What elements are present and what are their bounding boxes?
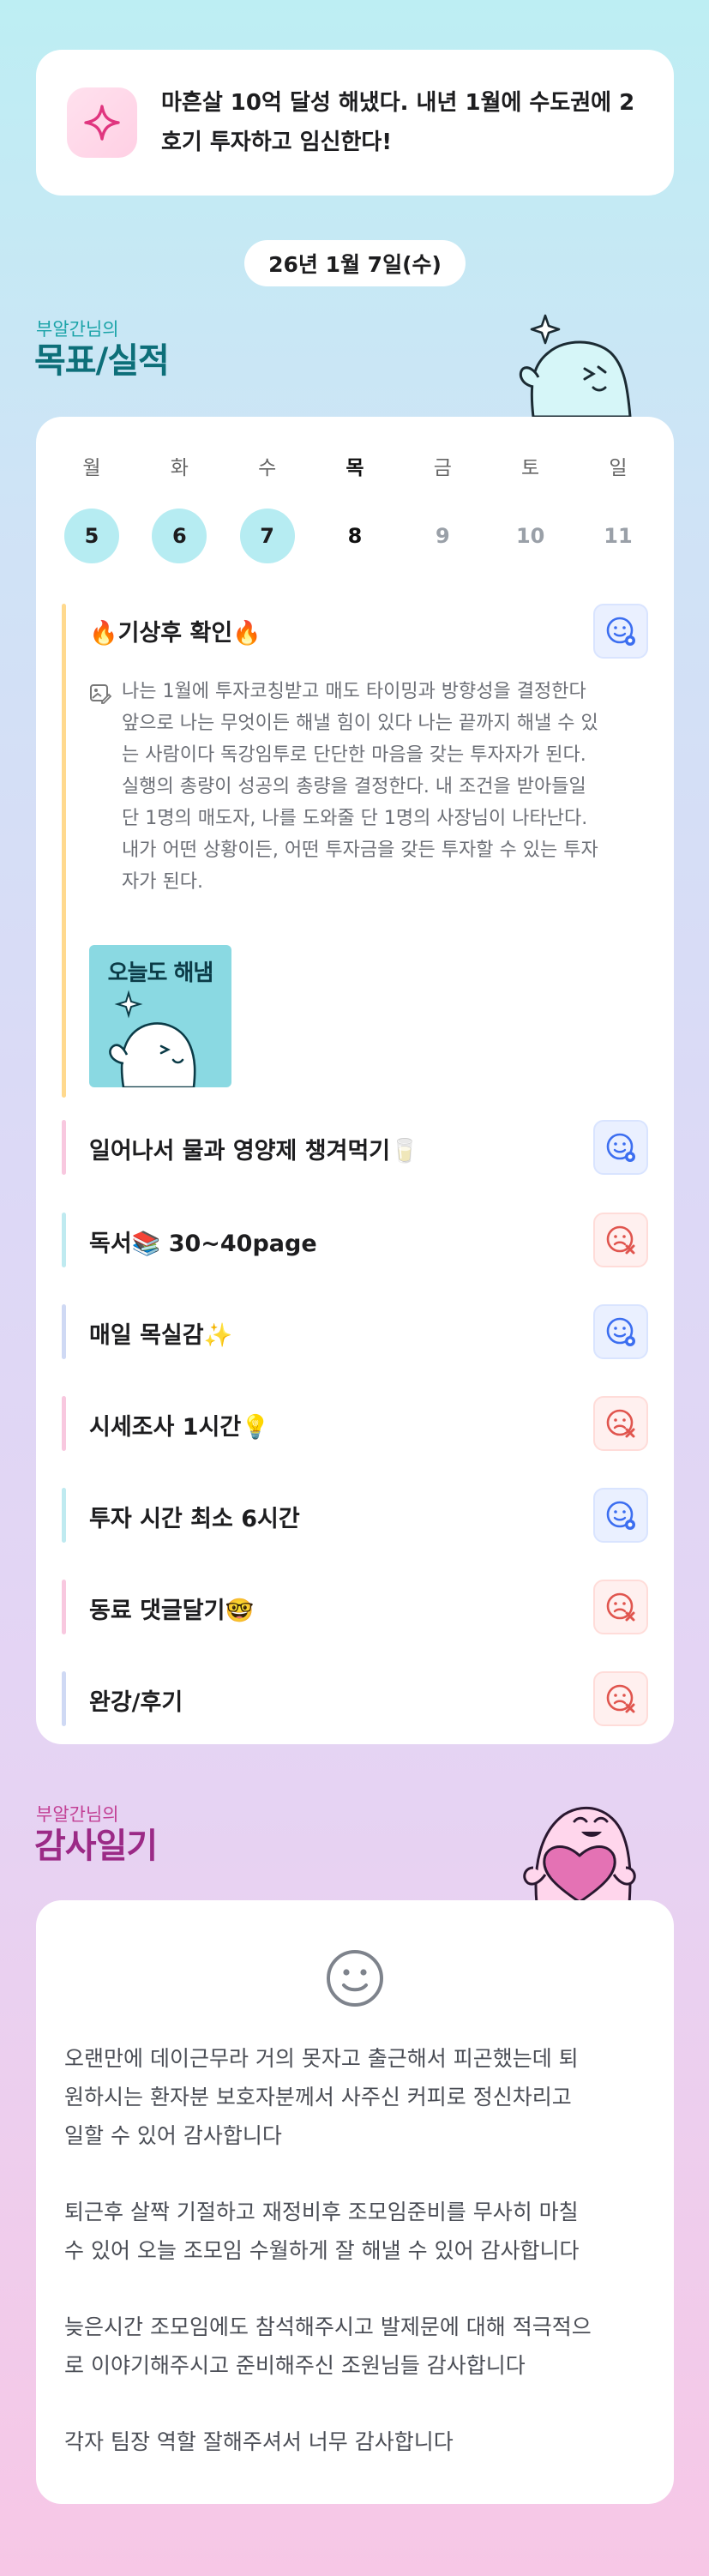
ghost-mascot-icon	[109, 990, 196, 1087]
day-of-week-label: 월	[82, 457, 101, 479]
task-label: 시세조사 1시간💡	[89, 1414, 270, 1441]
sparkle-icon	[67, 87, 137, 158]
day-tue[interactable]: 화 6	[149, 451, 209, 563]
fail-face-icon[interactable]	[593, 1580, 648, 1634]
task-label: 독서📚 30~40page	[89, 1231, 317, 1257]
diary-paragraph: 오랜만에 데이근무라 거의 못자고 출근해서 피곤했는데 퇴 원하시는 환자분 …	[64, 2039, 647, 2155]
day-number: 7	[239, 509, 295, 563]
date-pill[interactable]: 26년 1월 7일(수)	[244, 240, 466, 286]
day-of-week-label: 토	[521, 457, 540, 479]
day-of-week-label: 수	[258, 457, 277, 479]
memo-block: 나는 1월에 투자코칭받고 매도 타이밍과 방향성을 결정한다 앞으로 나는 무…	[89, 676, 638, 898]
sticker-text: 오늘도 해냄	[107, 960, 214, 986]
task-item[interactable]: 매일 목실감✨	[62, 1304, 648, 1359]
fail-face-icon[interactable]	[593, 1671, 648, 1726]
diary-paragraph: 각자 팀장 역할 잘해주셔서 너무 감사합니다	[64, 2423, 647, 2461]
goal-banner[interactable]: 마흔살 10억 달성 해냈다. 내년 1월에 수도권에 2 호기 투자하고 임신…	[36, 50, 674, 196]
task-color-bar	[62, 604, 66, 1098]
check-smile-icon[interactable]	[593, 604, 648, 659]
smile-icon	[327, 1950, 383, 2007]
goals-card: 월 5 화 6 수 7 목 8 금 9 토 10 일 11 🔥기상후 확인🔥 나…	[36, 417, 674, 1744]
task-color-bar	[62, 1671, 66, 1726]
task-label: 동료 댓글달기🤓	[89, 1598, 255, 1624]
day-sun[interactable]: 일 11	[588, 451, 648, 563]
image-edit-icon	[90, 684, 111, 704]
diary-line: 원하시는 환자분 보호자분께서 사주신 커피로 정신차리고	[64, 2085, 572, 2110]
gratitude-section-title: 감사일기	[34, 1827, 158, 1866]
task-item[interactable]: 투자 시간 최소 6시간	[62, 1488, 648, 1543]
day-number: 5	[64, 509, 119, 563]
memo-line: 앞으로 나는 무엇이든 해낼 힘이 있다 나는 끝까지 해낼 수 있	[122, 713, 598, 734]
memo-line: 단 1명의 매도자, 나를 도와줄 단 1명의 사장님이 나타난다.	[122, 808, 588, 829]
task-color-bar	[62, 1396, 66, 1451]
day-of-week-label: 목	[345, 457, 364, 479]
task-label: 투자 시간 최소 6시간	[89, 1506, 300, 1532]
memo-line: 는 사람이다 독강임투로 단단한 마음을 갖는 투자자가 된다.	[122, 744, 586, 766]
fail-face-icon[interactable]	[593, 1396, 648, 1451]
task-label: 🔥기상후 확인🔥	[89, 620, 261, 647]
day-number: 9	[435, 524, 450, 548]
week-strip: 월 5 화 6 수 7 목 8 금 9 토 10 일 11	[62, 451, 648, 563]
diary-paragraph: 늦은시간 조모임에도 참석해주시고 발제문에 대해 적극적으 로 이야기해주시고…	[64, 2308, 647, 2385]
diary-line: 오랜만에 데이근무라 거의 못자고 출근해서 피곤했는데 퇴	[64, 2046, 579, 2071]
memo-line: 자가 된다.	[122, 871, 203, 893]
task-item[interactable]: 독서📚 30~40page	[62, 1213, 648, 1267]
goal-text-line: 호기 투자하고 임신한다!	[161, 129, 393, 155]
day-fri[interactable]: 금 9	[412, 451, 472, 563]
day-sat[interactable]: 토 10	[501, 451, 561, 563]
check-smile-icon[interactable]	[593, 1304, 648, 1359]
diary-line: 각자 팀장 역할 잘해주셔서 너무 감사합니다	[64, 2429, 454, 2454]
goals-section-title: 목표/실적	[34, 341, 170, 381]
diary-line: 수 있어 오늘 조모임 수월하게 잘 해낼 수 있어 감사합니다	[64, 2238, 580, 2263]
diary-line: 늦은시간 조모임에도 참석해주시고 발제문에 대해 적극적으	[64, 2314, 592, 2339]
task-color-bar	[62, 1580, 66, 1634]
memo-line: 실행의 총량이 성공의 총량을 결정한다. 내 조건을 받아들일	[122, 776, 586, 797]
task-color-bar	[62, 1213, 66, 1267]
day-thu[interactable]: 목 8	[325, 451, 385, 563]
day-number: 11	[604, 524, 633, 548]
day-of-week-label: 일	[609, 457, 628, 479]
day-number: 8	[347, 524, 363, 548]
task-item[interactable]: 완강/후기	[62, 1671, 648, 1726]
day-of-week-label: 화	[170, 457, 189, 479]
task-item[interactable]: 일어나서 물과 영양제 챙겨먹기🥛	[62, 1120, 648, 1175]
task-color-bar	[62, 1304, 66, 1359]
task-item[interactable]: 동료 댓글달기🤓	[62, 1580, 648, 1634]
check-smile-icon[interactable]	[593, 1488, 648, 1543]
diary-line: 일할 수 있어 감사합니다	[64, 2123, 282, 2148]
day-number: 10	[515, 524, 545, 548]
diary-line: 퇴근후 살짝 기절하고 재정비후 조모임준비를 무사히 마칠	[64, 2200, 579, 2224]
memo-line: 나는 1월에 투자코칭받고 매도 타이밍과 방향성을 결정한다	[122, 681, 586, 702]
day-wed[interactable]: 수 7	[237, 451, 297, 563]
task-item[interactable]: 🔥기상후 확인🔥 나는 1월에 투자코칭받고 매도 타이밍과 방향성을 결정한다…	[62, 604, 648, 1098]
sticker-image[interactable]: 오늘도 해냄	[89, 945, 231, 1087]
ghost-mascot-icon	[519, 314, 632, 417]
task-color-bar	[62, 1120, 66, 1175]
day-mon[interactable]: 월 5	[62, 451, 122, 563]
task-label: 매일 목실감✨	[89, 1322, 233, 1349]
day-of-week-label: 금	[433, 457, 452, 479]
task-label: 일어나서 물과 영양제 챙겨먹기🥛	[89, 1138, 419, 1165]
fail-face-icon[interactable]	[593, 1213, 648, 1267]
task-label: 완강/후기	[89, 1689, 183, 1716]
day-number: 6	[152, 509, 207, 563]
task-color-bar	[62, 1488, 66, 1543]
task-item[interactable]: 시세조사 1시간💡	[62, 1396, 648, 1451]
goal-text-line: 마흔살 10억 달성 해냈다. 내년 1월에 수도권에 2	[161, 90, 635, 116]
memo-line: 내가 어떤 상황이든, 어떤 투자금을 갖든 투자할 수 있는 투자	[122, 840, 598, 861]
heart-mascot-icon	[523, 1806, 636, 1904]
check-smile-icon[interactable]	[593, 1120, 648, 1175]
goal-text: 마흔살 10억 달성 해냈다. 내년 1월에 수도권에 2 호기 투자하고 임신…	[161, 83, 634, 162]
diary-line: 로 이야기해주시고 준비해주신 조원님들 감사합니다	[64, 2353, 526, 2378]
diary-paragraph: 퇴근후 살짝 기절하고 재정비후 조모임준비를 무사히 마칠 수 있어 오늘 조…	[64, 2193, 647, 2270]
